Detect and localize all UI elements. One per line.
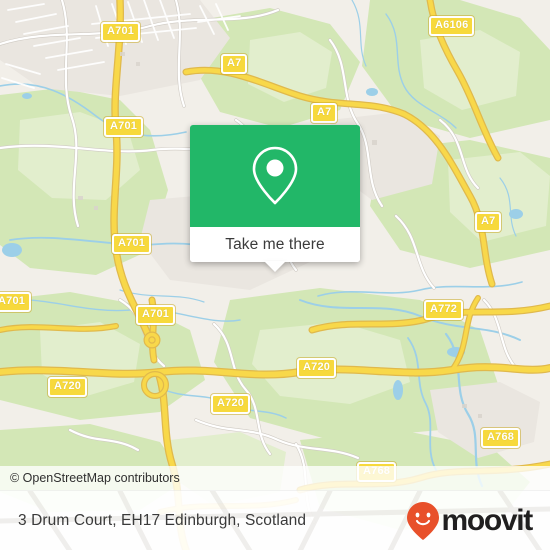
moovit-logo[interactable]: moovit bbox=[407, 501, 533, 540]
road-shield: A720 bbox=[211, 394, 251, 414]
road-shield: A7 bbox=[221, 54, 248, 74]
road-shield: A701 bbox=[101, 22, 141, 42]
road-shield: A720 bbox=[297, 358, 337, 378]
location-pin-icon bbox=[252, 146, 298, 205]
road-shield: A6106 bbox=[429, 16, 475, 36]
attribution-text: © OpenStreetMap contributors bbox=[10, 471, 180, 485]
road-shield: A772 bbox=[424, 300, 464, 320]
road-shield: A7 bbox=[311, 103, 338, 123]
road-shield: A768 bbox=[481, 428, 521, 448]
popup-image-area bbox=[190, 125, 360, 227]
moovit-smiley-pin-icon bbox=[407, 501, 440, 540]
road-shield: A701 bbox=[104, 117, 144, 137]
road-shield: A701 bbox=[136, 305, 176, 325]
road-shield: A701 bbox=[0, 292, 32, 312]
road-shield: A7 bbox=[475, 212, 502, 232]
road-shield: A701 bbox=[112, 234, 152, 254]
map-attribution: © OpenStreetMap contributors bbox=[0, 466, 550, 490]
road-shield: A720 bbox=[48, 377, 88, 397]
footer-bar: 3 Drum Court, EH17 Edinburgh, Scotland m… bbox=[0, 490, 550, 550]
address-label: 3 Drum Court, EH17 Edinburgh, Scotland bbox=[18, 511, 307, 529]
popup-pointer bbox=[264, 261, 286, 272]
map-screenshot: A701 A7 A6106 A7 A701 A701 A7 A701 A701 A772 A720 A… bbox=[0, 0, 550, 550]
take-me-there-button[interactable]: Take me there bbox=[190, 227, 360, 262]
location-popup-card[interactable]: Take me there bbox=[190, 125, 360, 272]
moovit-wordmark: moovit bbox=[441, 503, 533, 537]
